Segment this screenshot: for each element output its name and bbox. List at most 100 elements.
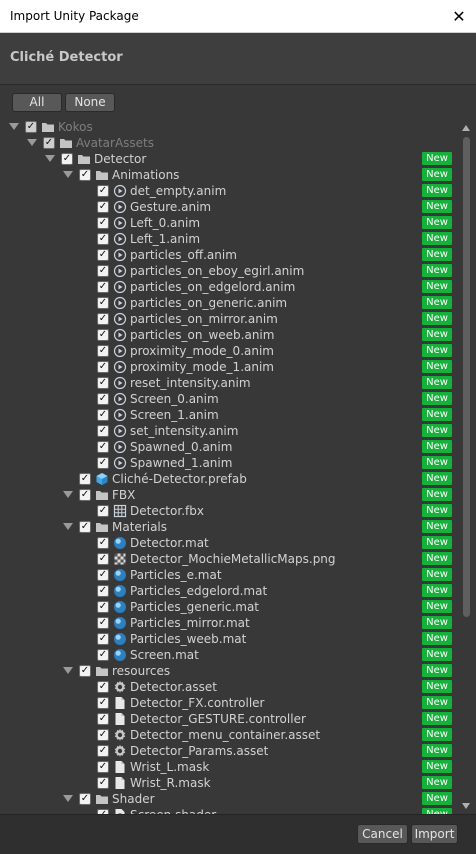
include-checkbox[interactable]: ✓	[79, 489, 91, 501]
tree-row[interactable]: ✓ particles_on_eboy_egirl.anim New	[0, 263, 458, 279]
select-all-button[interactable]: All	[12, 93, 62, 112]
include-checkbox[interactable]: ✓	[97, 377, 109, 389]
include-checkbox[interactable]: ✓	[97, 297, 109, 309]
tree-row[interactable]: ✓ particles_on_generic.anim New	[0, 295, 458, 311]
tree-row[interactable]: ✓ det_empty.anim New	[0, 183, 458, 199]
tree-row[interactable]: ✓ Materials New	[0, 519, 458, 535]
include-checkbox[interactable]: ✓	[97, 393, 109, 405]
include-checkbox[interactable]: ✓	[79, 169, 91, 181]
expand-arrow-icon[interactable]	[63, 523, 73, 530]
tree-row[interactable]: ✓ Shader New	[0, 791, 458, 807]
tree-row[interactable]: ✓ Kokos	[0, 119, 458, 135]
include-checkbox[interactable]: ✓	[97, 217, 109, 229]
expand-arrow-icon[interactable]	[45, 155, 55, 162]
tree-row[interactable]: ✓ proximity_mode_0.anim New	[0, 343, 458, 359]
include-checkbox[interactable]: ✓	[79, 665, 91, 677]
tree-row[interactable]: ✓ Wrist_R.mask New	[0, 775, 458, 791]
tree-row[interactable]: ✓ Particles_weeb.mat New	[0, 631, 458, 647]
scrollbar-thumb[interactable]	[463, 137, 470, 617]
tree-row[interactable]: ✓ Detector New	[0, 151, 458, 167]
select-none-button[interactable]: None	[65, 93, 115, 112]
tree-row[interactable]: ✓ Screen.mat New	[0, 647, 458, 663]
tree-row[interactable]: ✓ Detector_Params.asset New	[0, 743, 458, 759]
tree-row[interactable]: ✓ FBX New	[0, 487, 458, 503]
import-button[interactable]: Import	[411, 824, 458, 844]
tree-row[interactable]: ✓ Left_1.anim New	[0, 231, 458, 247]
tree-row[interactable]: ✓ Particles_mirror.mat New	[0, 615, 458, 631]
include-checkbox[interactable]: ✓	[97, 409, 109, 421]
include-checkbox[interactable]: ✓	[97, 761, 109, 773]
tree-row[interactable]: ✓ Particles_e.mat New	[0, 567, 458, 583]
include-checkbox[interactable]: ✓	[97, 505, 109, 517]
tree-row[interactable]: ✓ set_intensity.anim New	[0, 423, 458, 439]
tree-row[interactable]: ✓ Detector_MochieMetallicMaps.png New	[0, 551, 458, 567]
tree-row[interactable]: ✓ Animations New	[0, 167, 458, 183]
include-checkbox[interactable]: ✓	[97, 313, 109, 325]
include-checkbox[interactable]: ✓	[97, 745, 109, 757]
include-checkbox[interactable]: ✓	[97, 681, 109, 693]
tree-row[interactable]: ✓ Left_0.anim New	[0, 215, 458, 231]
tree-row[interactable]: ✓ Detector_GESTURE.controller New	[0, 711, 458, 727]
expand-arrow-icon[interactable]	[27, 139, 37, 146]
tree-row[interactable]: ✓ Detector_menu_container.asset New	[0, 727, 458, 743]
tree-row[interactable]: ✓ Detector.asset New	[0, 679, 458, 695]
include-checkbox[interactable]: ✓	[97, 361, 109, 373]
tree-row[interactable]: ✓ particles_off.anim New	[0, 247, 458, 263]
include-checkbox[interactable]: ✓	[97, 601, 109, 613]
tree-row[interactable]: ✓ proximity_mode_1.anim New	[0, 359, 458, 375]
include-checkbox[interactable]: ✓	[97, 617, 109, 629]
include-checkbox[interactable]: ✓	[97, 281, 109, 293]
tree-row[interactable]: ✓ Wrist_L.mask New	[0, 759, 458, 775]
include-checkbox[interactable]: ✓	[97, 233, 109, 245]
include-checkbox[interactable]: ✓	[79, 521, 91, 533]
tree-row[interactable]: ✓Screen.shaderNew	[0, 807, 458, 814]
include-checkbox[interactable]: ✓	[61, 153, 73, 165]
tree-row[interactable]: ✓ Detector.fbx New	[0, 503, 458, 519]
include-checkbox[interactable]: ✓	[97, 265, 109, 277]
scroll-down-icon[interactable]	[462, 803, 470, 809]
tree-row[interactable]: ✓ Screen_1.anim New	[0, 407, 458, 423]
tree-row[interactable]: ✓ reset_intensity.anim New	[0, 375, 458, 391]
scroll-up-icon[interactable]	[462, 125, 470, 131]
include-checkbox[interactable]: ✓	[97, 649, 109, 661]
cancel-button[interactable]: Cancel	[357, 824, 408, 844]
include-checkbox[interactable]: ✓	[79, 793, 91, 805]
tree-row[interactable]: ✓ particles_on_mirror.anim New	[0, 311, 458, 327]
include-checkbox[interactable]: ✓	[97, 585, 109, 597]
expand-arrow-icon[interactable]	[9, 123, 19, 130]
include-checkbox[interactable]: ✓	[97, 457, 109, 469]
include-checkbox[interactable]: ✓	[97, 329, 109, 341]
expand-arrow-icon[interactable]	[63, 491, 73, 498]
tree-row[interactable]: ✓ AvatarAssets	[0, 135, 458, 151]
tree-row[interactable]: ✓ resources New	[0, 663, 458, 679]
include-checkbox[interactable]: ✓	[97, 537, 109, 549]
include-checkbox[interactable]: ✓	[97, 633, 109, 645]
include-checkbox[interactable]: ✓	[97, 345, 109, 357]
tree-row[interactable]: ✓ Detector_FX.controller New	[0, 695, 458, 711]
tree-scrollbar[interactable]	[458, 117, 476, 814]
tree-row[interactable]: ✓ Particles_generic.mat New	[0, 599, 458, 615]
expand-arrow-icon[interactable]	[63, 795, 73, 802]
tree-row[interactable]: ✓ Spawned_0.anim New	[0, 439, 458, 455]
tree-row[interactable]: ✓ particles_on_edgelord.anim New	[0, 279, 458, 295]
tree-row[interactable]: ✓ Screen_0.anim New	[0, 391, 458, 407]
include-checkbox[interactable]: ✓	[25, 121, 37, 133]
tree-row[interactable]: ✓ Detector.mat New	[0, 535, 458, 551]
tree-row[interactable]: ✓ Gesture.anim New	[0, 199, 458, 215]
include-checkbox[interactable]: ✓	[97, 441, 109, 453]
tree-row[interactable]: ✓ Particles_edgelord.mat New	[0, 583, 458, 599]
expand-arrow-icon[interactable]	[63, 667, 73, 674]
include-checkbox[interactable]: ✓	[97, 425, 109, 437]
include-checkbox[interactable]: ✓	[97, 569, 109, 581]
include-checkbox[interactable]: ✓	[97, 729, 109, 741]
tree-row[interactable]: ✓ Spawned_1.anim New	[0, 455, 458, 471]
include-checkbox[interactable]: ✓	[97, 713, 109, 725]
include-checkbox[interactable]: ✓	[97, 697, 109, 709]
close-icon[interactable]: ✕	[445, 3, 473, 30]
include-checkbox[interactable]: ✓	[79, 473, 91, 485]
tree-row[interactable]: ✓ particles_on_weeb.anim New	[0, 327, 458, 343]
tree-row[interactable]: ✓ Cliché-Detector.prefab New	[0, 471, 458, 487]
include-checkbox[interactable]: ✓	[97, 553, 109, 565]
include-checkbox[interactable]: ✓	[97, 777, 109, 789]
include-checkbox[interactable]: ✓	[97, 249, 109, 261]
